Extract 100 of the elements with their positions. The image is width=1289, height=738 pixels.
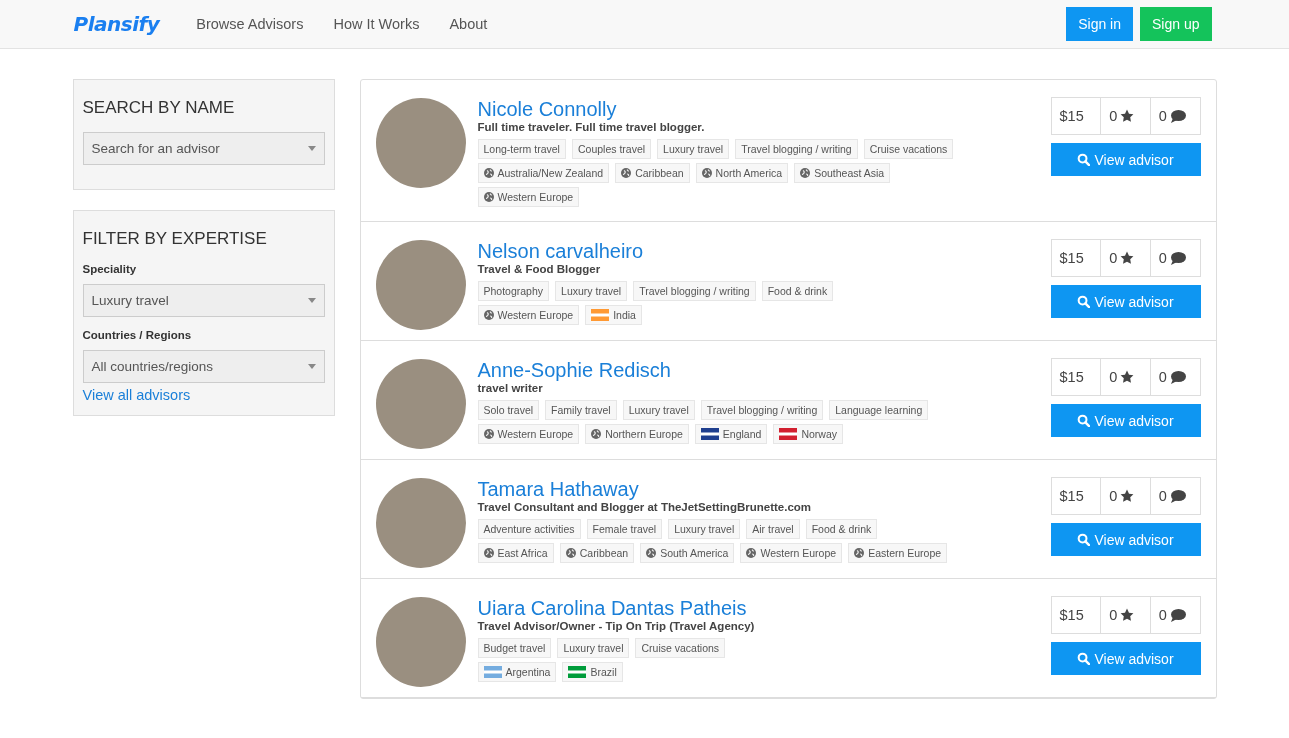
expertise-tag: Luxury travel <box>557 638 630 658</box>
advisor-search-field[interactable]: Search for an advisor <box>82 132 325 165</box>
flag-icon <box>700 428 719 440</box>
view-advisor-button[interactable]: View advisor <box>1050 404 1201 437</box>
globe-icon <box>483 310 494 320</box>
expertise-tag: Cruise vacations <box>863 139 954 159</box>
advisor-tagline: Travel & Food Blogger <box>477 263 602 275</box>
expertise-tag: Female travel <box>586 519 663 539</box>
star-icon <box>1120 251 1135 265</box>
panel-title: FILTER BY EXPERTISE <box>82 229 268 249</box>
nav-link[interactable]: How It Works <box>327 16 426 32</box>
advisor-name-link[interactable]: Nelson carvalheiro <box>477 239 1039 263</box>
region-tag: Norway <box>773 424 843 444</box>
price: $15 <box>1051 478 1102 514</box>
expertise-tag: Cruise vacations <box>635 638 726 658</box>
rating-count: 0 <box>1109 108 1118 124</box>
sign-in-button[interactable]: Sign in <box>1066 7 1133 41</box>
region-tag: Caribbean <box>615 163 690 183</box>
expertise-tag: Long-term travel <box>477 139 566 159</box>
review-count: 0 <box>1158 250 1167 266</box>
review-count: 0 <box>1158 369 1167 385</box>
search-icon <box>1077 533 1091 546</box>
region-tag: Western Europe <box>477 424 580 444</box>
expertise-tag: Luxury travel <box>668 519 741 539</box>
advisor-tagline: Travel Advisor/Owner - Tip On Trip (Travel Agency) <box>477 620 756 632</box>
rating-count: 0 <box>1109 607 1118 623</box>
expertise-tag: Luxury travel <box>555 281 628 301</box>
caret-icon <box>307 298 316 303</box>
globe-icon <box>483 548 494 558</box>
speech-bubble-icon <box>1169 109 1186 123</box>
search-icon <box>1077 295 1091 308</box>
expertise-tag: Couples travel <box>571 139 652 159</box>
speciality-dropdown[interactable]: Luxury travel <box>82 284 325 317</box>
caret-icon <box>307 146 316 151</box>
region-tag: Northern Europe <box>585 424 689 444</box>
view-advisor-button[interactable]: View advisor <box>1050 285 1201 318</box>
nav-link[interactable]: About <box>443 16 494 32</box>
review-count: 0 <box>1158 607 1167 623</box>
region-tag: Eastern Europe <box>848 543 948 563</box>
search-icon <box>1077 652 1091 665</box>
review-count: 0 <box>1158 488 1167 504</box>
search-icon <box>1077 414 1091 427</box>
globe-icon <box>591 429 602 439</box>
globe-icon <box>854 548 865 558</box>
star-icon <box>1120 489 1135 503</box>
star-icon <box>1120 370 1135 384</box>
speech-bubble-icon <box>1169 608 1186 622</box>
expertise-tag: Air travel <box>746 519 800 539</box>
globe-icon <box>746 548 757 558</box>
star-icon <box>1120 608 1135 622</box>
field-label: Countries / Regions <box>82 329 193 341</box>
view-all-link[interactable]: View all advisors <box>82 387 325 403</box>
globe-icon <box>565 548 576 558</box>
expertise-tag: Language learning <box>829 400 929 420</box>
view-advisor-button[interactable]: View advisor <box>1050 523 1201 556</box>
advisor-name-link[interactable]: Uiara Carolina Dantas Patheis <box>477 596 1039 620</box>
globe-icon <box>621 168 632 178</box>
region-tag: East Africa <box>477 543 554 563</box>
view-advisor-button[interactable]: View advisor <box>1050 143 1201 176</box>
star-icon <box>1120 109 1135 123</box>
advisor-name-link[interactable]: Tamara Hathaway <box>477 477 1039 501</box>
price: $15 <box>1051 597 1102 633</box>
field-label: Speciality <box>82 263 138 275</box>
rating-count: 0 <box>1109 250 1118 266</box>
flag-icon <box>779 428 798 440</box>
expertise-tag: Travel blogging / writing <box>735 139 858 159</box>
globe-icon <box>483 192 494 202</box>
globe-icon <box>800 168 811 178</box>
region-tag: England <box>694 424 768 444</box>
expertise-tag: Travel blogging / writing <box>633 281 756 301</box>
advisor-tagline: Travel Consultant and Blogger at TheJetSettingBrunette.com <box>477 501 813 513</box>
regions-dropdown[interactable]: All countries/regions <box>82 350 325 383</box>
advisor-tagline: Full time traveler. Full time travel blogger. <box>477 121 706 133</box>
panel-title: SEARCH BY NAME <box>82 98 236 118</box>
expertise-tag: Food & drink <box>805 519 878 539</box>
price: $15 <box>1051 98 1102 134</box>
advisor-name-link[interactable]: Anne-Sophie Redisch <box>477 358 1039 382</box>
speech-bubble-icon <box>1169 251 1186 265</box>
advisor-name-link[interactable]: Nicole Connolly <box>477 97 1039 121</box>
flag-icon <box>483 666 502 678</box>
review-count: 0 <box>1158 108 1167 124</box>
nav-link[interactable]: Browse Advisors <box>190 16 310 32</box>
flag-icon <box>591 309 610 321</box>
rating-count: 0 <box>1109 488 1118 504</box>
region-tag: Brazil <box>562 662 623 682</box>
sign-up-button[interactable]: Sign up <box>1140 7 1212 41</box>
region-tag: Western Europe <box>477 187 580 207</box>
expertise-tag: Luxury travel <box>622 400 695 420</box>
region-tag: Southeast Asia <box>794 163 891 183</box>
search-icon <box>1077 153 1091 166</box>
logo[interactable]: Plansify <box>73 12 160 36</box>
region-tag: Australia/New Zealand <box>477 163 610 183</box>
expertise-tag: Photography <box>477 281 550 301</box>
globe-icon <box>701 168 712 178</box>
expertise-tag: Travel blogging / writing <box>700 400 824 420</box>
expertise-tag: Family travel <box>545 400 617 420</box>
advisor-tagline: travel writer <box>477 382 544 394</box>
caret-icon <box>307 364 316 369</box>
view-advisor-button[interactable]: View advisor <box>1050 642 1201 675</box>
expertise-tag: Food & drink <box>761 281 834 301</box>
